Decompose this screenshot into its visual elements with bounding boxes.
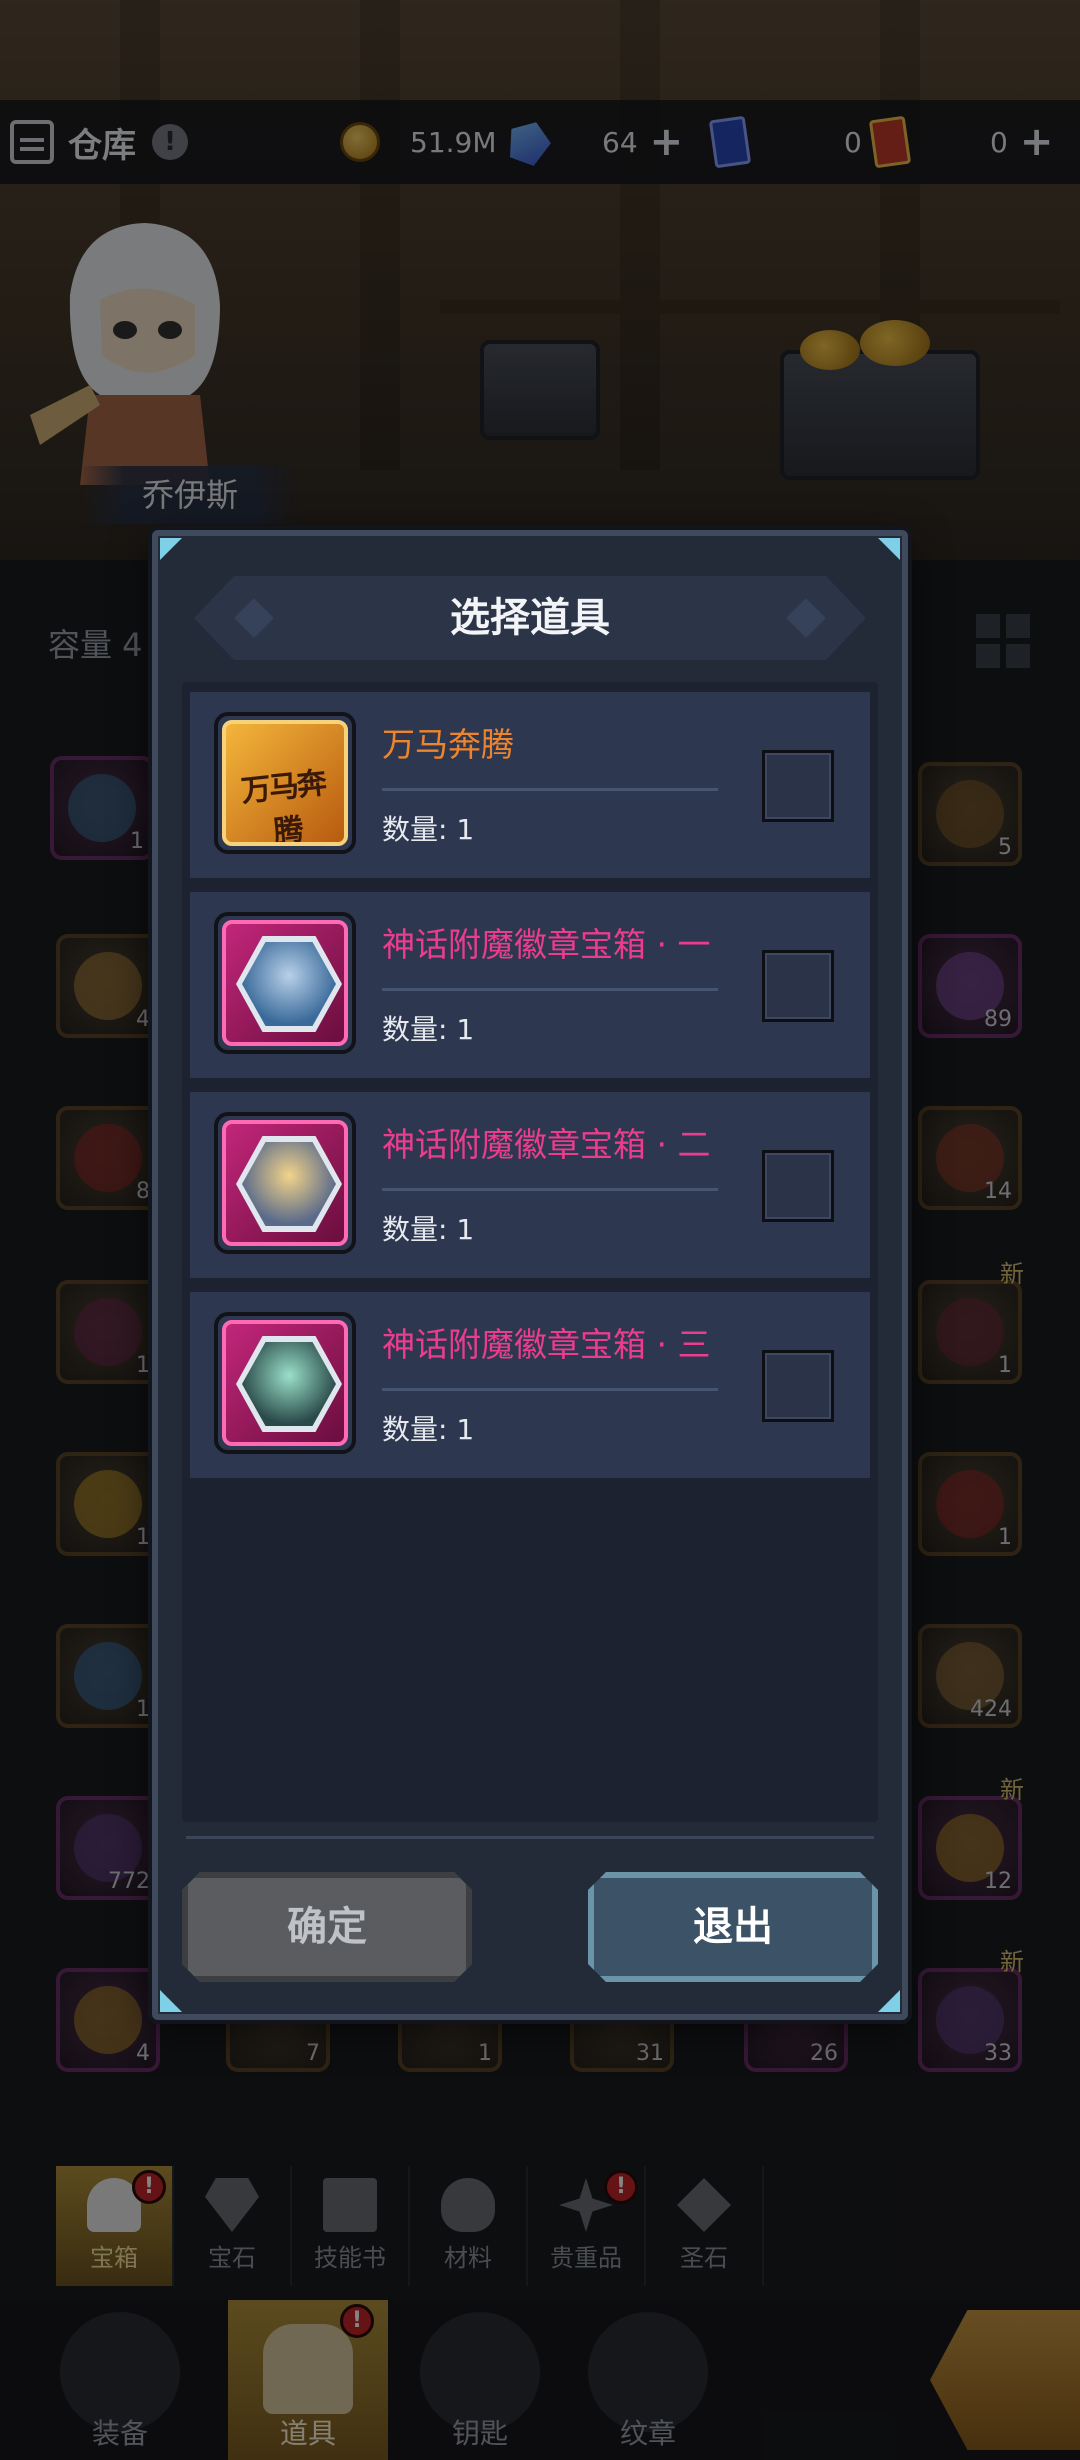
divider: [382, 1188, 718, 1191]
select-checkbox[interactable]: [762, 950, 834, 1022]
item-icon: [214, 1312, 356, 1454]
list-item[interactable]: 神话附魔徽章宝箱 · 一 数量: 1: [190, 892, 870, 1078]
item-quantity: 数量: 1: [382, 1213, 475, 1246]
crystal-core: [242, 942, 336, 1026]
divider: [382, 788, 718, 791]
item-name: 神话附魔徽章宝箱 · 三: [382, 1325, 711, 1364]
select-item-dialog: 选择道具 万马奔腾 万马奔腾 数量: 1 神话附魔徽章宝箱 · 一 数量: 1 …: [152, 530, 908, 2020]
golden-horses-icon: 万马奔腾: [222, 720, 348, 846]
item-quantity: 数量: 1: [382, 1413, 475, 1446]
hexagon-frame: [236, 1336, 342, 1432]
item-name: 神话附魔徽章宝箱 · 二: [382, 1125, 711, 1164]
divider: [382, 988, 718, 991]
exit-button[interactable]: 退出: [588, 1872, 878, 1982]
list-item[interactable]: 神话附魔徽章宝箱 · 三 数量: 1: [190, 1292, 870, 1478]
icon-lettering: 万马奔腾: [239, 765, 327, 846]
badge-chest-icon: [222, 1320, 348, 1446]
list-item[interactable]: 万马奔腾 万马奔腾 数量: 1: [190, 692, 870, 878]
footer-divider: [186, 1836, 874, 1839]
select-checkbox[interactable]: [762, 750, 834, 822]
badge-chest-icon: [222, 920, 348, 1046]
dialog-title-bar: 选择道具: [194, 576, 866, 660]
item-icon: 万马奔腾: [214, 712, 356, 854]
item-list: 万马奔腾 万马奔腾 数量: 1 神话附魔徽章宝箱 · 一 数量: 1 神话附魔徽…: [182, 682, 878, 1822]
crystal-core: [242, 1342, 336, 1426]
select-checkbox[interactable]: [762, 1150, 834, 1222]
corner-ornament: [160, 538, 182, 560]
dialog-title: 选择道具: [450, 595, 610, 641]
corner-ornament: [160, 1990, 182, 2012]
item-icon: [214, 912, 356, 1054]
item-icon: [214, 1112, 356, 1254]
select-checkbox[interactable]: [762, 1350, 834, 1422]
badge-chest-icon: [222, 1120, 348, 1246]
item-name: 神话附魔徽章宝箱 · 一: [382, 925, 711, 964]
list-item[interactable]: 神话附魔徽章宝箱 · 二 数量: 1: [190, 1092, 870, 1278]
divider: [382, 1388, 718, 1391]
hexagon-frame: [236, 936, 342, 1032]
confirm-button[interactable]: 确定: [182, 1872, 472, 1982]
crystal-core: [242, 1142, 336, 1226]
item-name: 万马奔腾: [382, 725, 514, 764]
corner-ornament: [878, 538, 900, 560]
corner-ornament: [878, 1990, 900, 2012]
item-quantity: 数量: 1: [382, 1013, 475, 1046]
item-quantity: 数量: 1: [382, 813, 475, 846]
hexagon-frame: [236, 1136, 342, 1232]
